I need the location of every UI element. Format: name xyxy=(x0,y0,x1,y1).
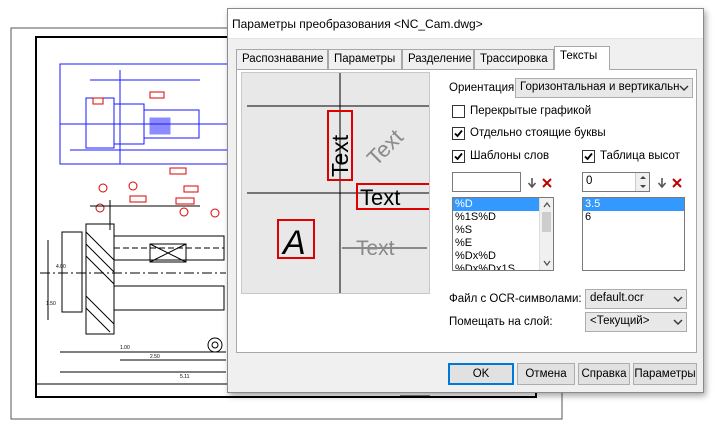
svg-text:4.00: 4.00 xyxy=(56,264,66,270)
overlapped-checkbox[interactable] xyxy=(452,105,465,118)
help-button[interactable]: Справка xyxy=(578,363,630,385)
ocr-file-label: Файл с OCR-символами: xyxy=(449,293,582,305)
text-orientation-preview: Text Text Text A Text xyxy=(241,72,430,294)
list-item[interactable]: 3.5 xyxy=(583,198,684,211)
svg-text:1.50: 1.50 xyxy=(46,301,56,307)
chevron-down-icon xyxy=(543,260,551,267)
cancel-button[interactable]: Отмена xyxy=(517,363,575,385)
scrollbar-thumb[interactable] xyxy=(542,212,551,232)
spin-down-icon[interactable] xyxy=(636,182,650,191)
height-input[interactable]: 0 xyxy=(582,172,650,192)
layer-dropdown[interactable]: <Текущий> xyxy=(585,312,687,332)
templates-scrollbar[interactable] xyxy=(539,198,553,270)
heights-list[interactable]: 3.5 6 xyxy=(582,197,685,271)
layer-value: <Текущий> xyxy=(590,315,650,327)
orientation-label: Ориентация: xyxy=(449,82,518,94)
tab-texts[interactable]: Тексты xyxy=(554,46,610,70)
svg-text:1.00: 1.00 xyxy=(120,345,130,351)
layer-label: Помещать на слой: xyxy=(449,316,553,328)
ocr-file-value: default.ocr xyxy=(590,292,644,304)
checkmark-icon xyxy=(584,152,593,161)
template-input[interactable] xyxy=(452,172,521,192)
horizontal-text-sample: Text xyxy=(360,185,400,210)
orientation-value: Горизонтальная и вертикальн xyxy=(520,81,680,93)
height-spinner[interactable] xyxy=(635,173,649,191)
word-templates-checkbox[interactable] xyxy=(452,150,465,163)
svg-text:5.11: 5.11 xyxy=(180,374,190,380)
dialog-title: Параметры преобразования <NC_Cam.dwg> xyxy=(232,17,483,31)
orientation-dropdown[interactable]: Горизонтальная и вертикальн xyxy=(515,78,693,98)
tab-parameters[interactable]: Параметры xyxy=(328,49,402,69)
conversion-settings-dialog: Параметры преобразования <NC_Cam.dwg> Ра… xyxy=(227,8,704,393)
spin-up-icon[interactable] xyxy=(636,173,650,182)
standalone-letters-label: Отдельно стоящие буквы xyxy=(470,127,606,139)
list-item[interactable]: %S xyxy=(453,224,553,237)
list-item[interactable]: %E xyxy=(453,237,553,250)
word-templates-list[interactable]: %D %1S%D %S %E %Dx%D %Dx%Dx1S xyxy=(452,197,554,271)
chevron-up-icon xyxy=(543,201,551,208)
tab-tracing[interactable]: Трассировка xyxy=(474,49,554,69)
parameters-button[interactable]: Параметры xyxy=(633,363,697,385)
word-templates-label: Шаблоны слов xyxy=(470,150,550,162)
vertical-text-sample: Text xyxy=(327,134,353,177)
arrow-down-icon[interactable] xyxy=(655,176,669,190)
arrow-down-icon[interactable] xyxy=(525,176,539,190)
ocr-file-dropdown[interactable]: default.ocr xyxy=(585,289,687,309)
standalone-letter-sample: A xyxy=(281,224,306,262)
list-item[interactable]: %Dx%Dx1S xyxy=(453,263,553,270)
angled-text-sample: Text xyxy=(362,124,408,170)
delete-icon[interactable] xyxy=(540,176,554,190)
checkmark-icon xyxy=(454,129,463,138)
title-bar[interactable]: Параметры преобразования <NC_Cam.dwg> xyxy=(228,9,703,39)
height-input-value: 0 xyxy=(586,175,593,187)
list-item[interactable]: %D xyxy=(453,198,553,211)
tab-recognition[interactable]: Распознавание xyxy=(236,49,328,69)
heights-table-checkbox[interactable] xyxy=(582,150,595,163)
svg-text:2.50: 2.50 xyxy=(150,354,160,360)
list-item[interactable]: %Dx%D xyxy=(453,250,553,263)
heights-table-label: Таблица высот xyxy=(600,150,680,162)
chevron-down-icon xyxy=(673,319,683,325)
list-item[interactable]: %1S%D xyxy=(453,211,553,224)
tab-separation[interactable]: Разделение xyxy=(402,49,474,69)
delete-icon[interactable] xyxy=(670,176,684,190)
standalone-letters-checkbox[interactable] xyxy=(452,127,465,140)
list-item[interactable]: 6 xyxy=(583,211,684,224)
checkmark-icon xyxy=(454,152,463,161)
ok-button[interactable]: OK xyxy=(448,363,514,385)
overlapped-label: Перекрытые графикой xyxy=(470,105,592,117)
chevron-down-icon xyxy=(679,85,689,91)
chevron-down-icon xyxy=(673,296,683,302)
